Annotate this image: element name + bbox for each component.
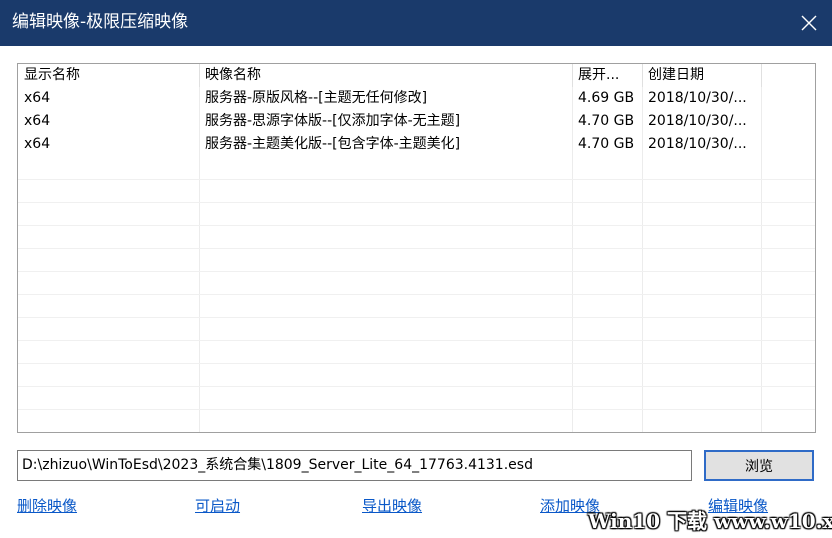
row-gridline <box>18 202 815 203</box>
row-gridline <box>18 340 815 341</box>
header-divider[interactable] <box>199 64 200 87</box>
header-divider[interactable] <box>761 64 762 87</box>
row-gridline <box>18 179 815 180</box>
row-gridline <box>18 363 815 364</box>
row-gridline <box>18 294 815 295</box>
row-gridline <box>18 386 815 387</box>
site-watermark: Win10 下载 www.w10.xyz <box>588 509 832 533</box>
image-path-input[interactable]: D:\zhizuo\WinToEsd\2023_系统合集\1809_Server… <box>17 450 692 481</box>
column-header-display-name[interactable]: 显示名称 <box>18 64 199 87</box>
row-created-date: 2018/10/30/... <box>648 90 747 106</box>
header-divider[interactable] <box>642 64 643 87</box>
row-size: 4.69 GB <box>578 90 635 106</box>
row-image-name: 服务器-思源字体版--[仅添加字体-无主题] <box>205 113 461 129</box>
title-bar: 编辑映像-极限压缩映像 <box>0 0 832 46</box>
row-gridline <box>18 317 815 318</box>
row-display-name: x64 <box>24 113 51 129</box>
column-header-created-date[interactable]: 创建日期 <box>642 64 761 87</box>
row-gridline <box>18 271 815 272</box>
row-gridline <box>18 225 815 226</box>
row-size: 4.70 GB <box>578 136 635 152</box>
table-row[interactable]: x64 服务器-思源字体版--[仅添加字体-无主题] 4.70 GB 2018/… <box>18 110 815 133</box>
table-row[interactable]: x64 服务器-原版风格--[主题无任何修改] 4.69 GB 2018/10/… <box>18 87 815 110</box>
bootable-link[interactable]: 可启动 <box>195 496 240 516</box>
export-image-link[interactable]: 导出映像 <box>362 496 422 516</box>
row-gridline <box>18 248 815 249</box>
close-icon <box>801 15 817 31</box>
browse-button[interactable]: 浏览 <box>704 450 814 481</box>
column-header-image-name[interactable]: 映像名称 <box>199 64 572 87</box>
close-button[interactable] <box>786 0 832 46</box>
row-gridline <box>18 409 815 410</box>
row-display-name: x64 <box>24 90 51 106</box>
list-header: 显示名称 映像名称 展开... 创建日期 <box>18 64 815 87</box>
row-image-name: 服务器-主题美化版--[包含字体-主题美化] <box>205 136 461 152</box>
delete-image-link[interactable]: 删除映像 <box>17 496 77 516</box>
window-body: 显示名称 映像名称 展开... 创建日期 x64 服务器-原版风格--[主题无任… <box>0 46 832 538</box>
row-image-name: 服务器-原版风格--[主题无任何修改] <box>205 90 428 106</box>
image-list[interactable]: 显示名称 映像名称 展开... 创建日期 x64 服务器-原版风格--[主题无任… <box>17 63 816 433</box>
column-header-size[interactable]: 展开... <box>572 64 642 87</box>
row-display-name: x64 <box>24 136 51 152</box>
table-row[interactable]: x64 服务器-主题美化版--[包含字体-主题美化] 4.70 GB 2018/… <box>18 133 815 156</box>
row-created-date: 2018/10/30/... <box>648 113 747 129</box>
row-size: 4.70 GB <box>578 113 635 129</box>
window-title: 编辑映像-极限压缩映像 <box>12 12 189 32</box>
header-divider[interactable] <box>572 64 573 87</box>
row-created-date: 2018/10/30/... <box>648 136 747 152</box>
